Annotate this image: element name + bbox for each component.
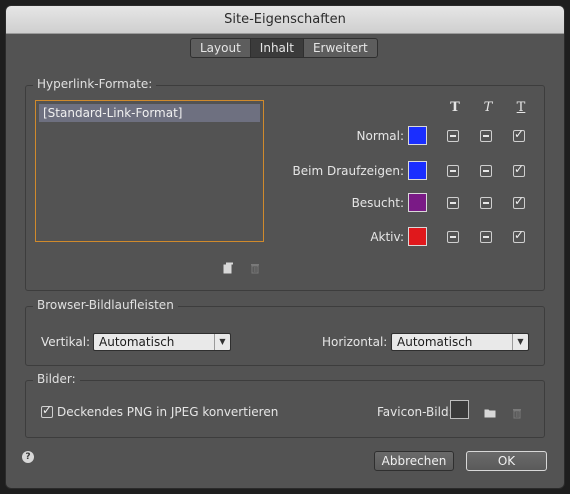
- png-to-jpeg-label: Deckendes PNG in JPEG konvertieren: [57, 405, 279, 419]
- horizontal-select[interactable]: Automatisch ▼: [391, 333, 529, 351]
- browser-scrollbars-legend: Browser-Bildlaufleisten: [33, 298, 178, 312]
- horizontal-select-value: Automatisch: [397, 335, 473, 349]
- favicon-preview[interactable]: [450, 400, 469, 419]
- link-format-list[interactable]: [Standard-Link-Format]: [35, 100, 264, 242]
- cancel-button[interactable]: Abbrechen: [374, 451, 454, 471]
- italic-toggle-visited[interactable]: [480, 197, 492, 209]
- underline-format-icon: T: [516, 100, 526, 115]
- italic-toggle-active[interactable]: [480, 231, 492, 243]
- list-item[interactable]: [Standard-Link-Format]: [39, 104, 260, 122]
- bold-toggle-visited[interactable]: [447, 197, 459, 209]
- italic-toggle-normal[interactable]: [480, 130, 492, 142]
- underline-toggle-hover[interactable]: [513, 162, 525, 177]
- tab-layout[interactable]: Layout: [191, 39, 251, 57]
- color-swatch-visited[interactable]: [408, 193, 427, 212]
- bold-toggle-active[interactable]: [447, 231, 459, 243]
- italic-format-icon: T: [483, 100, 493, 115]
- row-label-normal: Normal:: [356, 129, 404, 143]
- horizontal-label: Horizontal:: [322, 335, 388, 349]
- help-icon[interactable]: ?: [22, 451, 34, 463]
- folder-icon[interactable]: [484, 407, 496, 419]
- underline-toggle-active[interactable]: [513, 228, 525, 243]
- italic-toggle-hover[interactable]: [480, 165, 492, 177]
- favicon-label: Favicon-Bild:: [377, 405, 453, 419]
- vertical-label: Vertikal:: [41, 335, 91, 349]
- row-label-active: Aktiv:: [370, 230, 404, 244]
- png-to-jpeg-checkbox[interactable]: [41, 403, 53, 418]
- ok-button[interactable]: OK: [466, 451, 547, 471]
- hyperlink-formats-legend: Hyperlink-Formate:: [33, 77, 157, 91]
- tab-inhalt[interactable]: Inhalt: [250, 39, 304, 57]
- new-document-icon[interactable]: [222, 262, 234, 274]
- chevron-down-icon: ▼: [214, 334, 230, 350]
- images-legend: Bilder:: [33, 372, 80, 386]
- underline-toggle-visited[interactable]: [513, 194, 525, 209]
- tab-erweitert[interactable]: Erweitert: [304, 39, 377, 57]
- color-swatch-active[interactable]: [408, 227, 427, 246]
- window-title: Site-Eigenschaften: [6, 6, 564, 34]
- row-label-hover: Beim Draufzeigen:: [292, 164, 404, 178]
- chevron-down-icon: ▼: [512, 334, 528, 350]
- color-swatch-hover[interactable]: [408, 161, 427, 180]
- bold-toggle-normal[interactable]: [447, 130, 459, 142]
- trash-icon[interactable]: [249, 262, 261, 274]
- vertical-select-value: Automatisch: [99, 335, 175, 349]
- bold-format-icon: T: [450, 100, 460, 115]
- row-label-visited: Besucht:: [351, 196, 404, 210]
- trash-icon[interactable]: [511, 407, 523, 419]
- color-swatch-normal[interactable]: [408, 126, 427, 145]
- vertical-select[interactable]: Automatisch ▼: [93, 333, 231, 351]
- tab-bar: Layout Inhalt Erweitert: [190, 38, 378, 58]
- bold-toggle-hover[interactable]: [447, 165, 459, 177]
- underline-toggle-normal[interactable]: [513, 127, 525, 142]
